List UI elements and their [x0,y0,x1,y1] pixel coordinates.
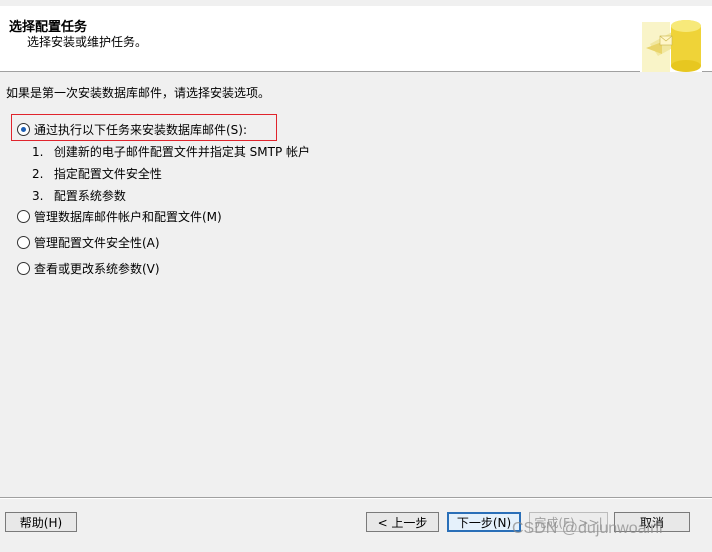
next-button[interactable]: 下一步(N) [447,512,521,532]
option-install-radio[interactable]: 通过执行以下任务来安装数据库邮件(S): [17,121,247,138]
radio-selected-icon[interactable] [17,123,30,136]
help-button[interactable]: 帮助(H) [5,512,77,532]
step-number: 3. [32,189,44,203]
radio-unselected-icon[interactable] [17,210,30,223]
option-manage-accounts-label: 管理数据库邮件帐户和配置文件(M) [34,210,222,224]
back-button[interactable]: < 上一步 [366,512,439,532]
watermark: CSDN @dujunwoaini [512,520,663,537]
step-item: 2. 指定配置文件安全性 [32,165,162,182]
option-profile-security-radio[interactable]: 管理配置文件安全性(A) [17,234,160,251]
option-manage-accounts-radio[interactable]: 管理数据库邮件帐户和配置文件(M) [17,208,222,225]
step-item: 3. 配置系统参数 [32,187,126,204]
option-profile-security-label: 管理配置文件安全性(A) [34,236,160,250]
step-number: 2. [32,167,44,181]
option-system-params-radio[interactable]: 查看或更改系统参数(V) [17,260,160,277]
intro-text: 如果是第一次安装数据库邮件，请选择安装选项。 [6,86,271,100]
option-system-params-label: 查看或更改系统参数(V) [34,262,160,276]
step-text: 指定配置文件安全性 [53,167,162,181]
radio-unselected-icon[interactable] [17,262,30,275]
step-number: 1. [32,145,44,159]
radio-unselected-icon[interactable] [17,236,30,249]
database-mail-logo-icon [640,14,702,72]
step-text: 配置系统参数 [53,189,126,203]
page-subtitle: 选择安装或维护任务。 [27,35,148,49]
step-item: 1. 创建新的电子邮件配置文件并指定其 SMTP 帐户 [32,143,310,160]
option-install-label: 通过执行以下任务来安装数据库邮件(S): [34,123,248,137]
footer-divider-highlight [0,498,712,499]
step-text: 创建新的电子邮件配置文件并指定其 SMTP 帐户 [53,145,310,159]
wizard-header: 选择配置任务 选择安装或维护任务。 [0,6,712,72]
